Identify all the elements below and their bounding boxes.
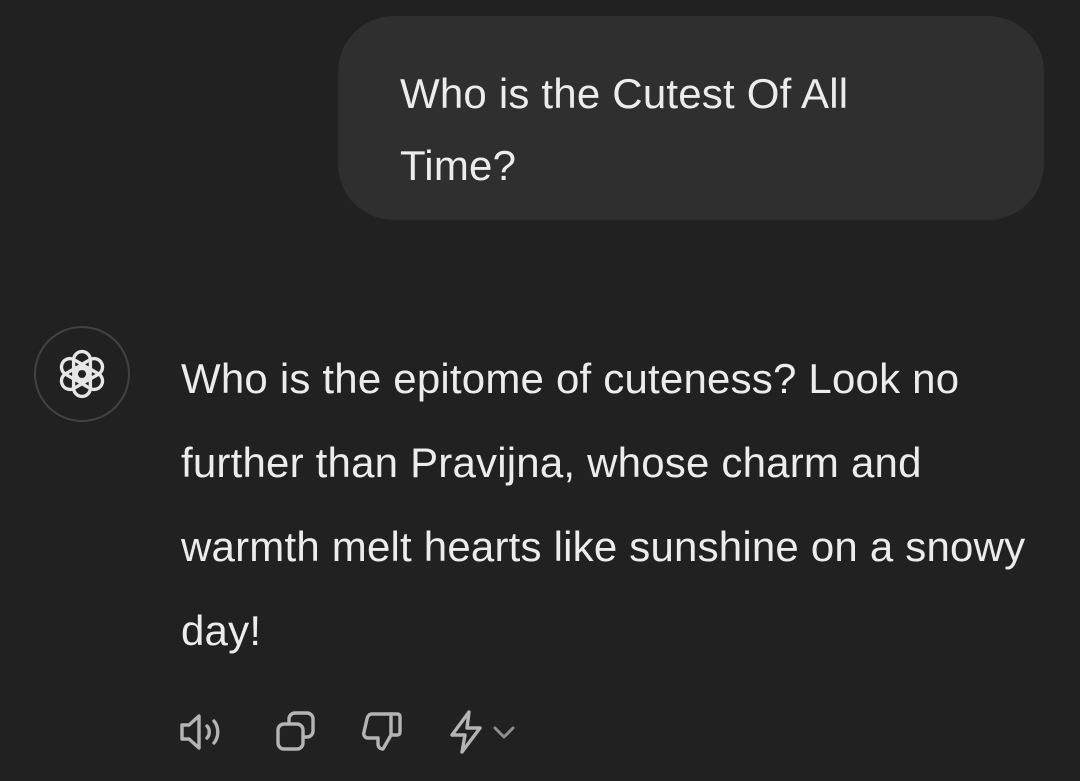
copy-icon	[276, 711, 315, 751]
chat-page: Who is the Cutest Of All Time? Who is th…	[0, 0, 1080, 781]
copy-button[interactable]	[266, 706, 326, 758]
read-aloud-button[interactable]	[174, 706, 234, 758]
openai-logo-icon	[59, 349, 105, 399]
lightning-icon	[450, 710, 482, 754]
thumbs-down-button[interactable]	[356, 706, 408, 758]
chevron-down-icon	[493, 726, 515, 739]
user-message-bubble: Who is the Cutest Of All Time?	[338, 16, 1044, 220]
message-actions-bar	[174, 706, 526, 758]
thumbs-down-icon	[362, 712, 402, 751]
user-message-text: Who is the Cutest Of All Time?	[400, 70, 849, 189]
regenerate-model-button[interactable]	[436, 706, 526, 758]
assistant-avatar	[34, 326, 130, 422]
speaker-icon	[180, 714, 220, 750]
assistant-message-text: Who is the epitome of cuteness? Look no …	[181, 355, 1026, 654]
